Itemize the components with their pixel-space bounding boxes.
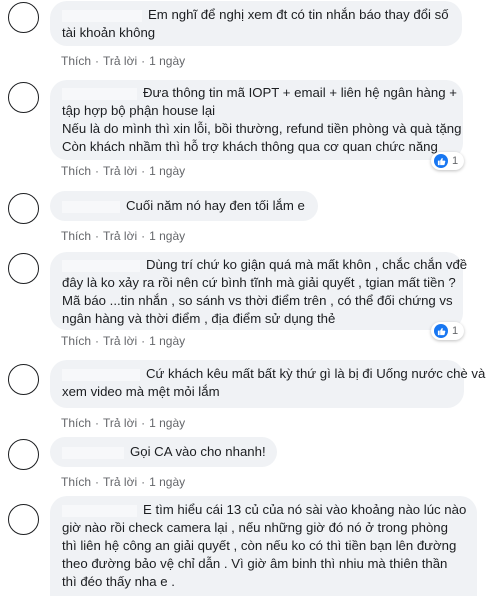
- redacted-author-name[interactable]: [62, 368, 140, 381]
- reply-button[interactable]: Trả lời: [103, 334, 137, 348]
- reaction-number: 1: [452, 325, 459, 337]
- timestamp[interactable]: 1 ngày: [149, 475, 185, 489]
- avatar[interactable]: [8, 364, 39, 395]
- reaction-count[interactable]: 1: [431, 152, 465, 170]
- comment-text-line: Cuối năm nó hay đen tối lắm e: [126, 198, 305, 213]
- comment-bubble: Đưa thông tin mã IOPT + email + liên hệ …: [50, 80, 463, 160]
- timestamp[interactable]: 1 ngày: [149, 54, 185, 68]
- comment-actions: Thích · Trả lời · 1 ngày: [61, 334, 185, 348]
- reply-button[interactable]: Trả lời: [103, 54, 137, 68]
- comment-actions: Thích · Trả lời · 1 ngày: [61, 229, 185, 243]
- avatar[interactable]: [8, 2, 39, 33]
- comment-text-line: ngân hàng và thời điểm , địa điểm sử dụn…: [62, 311, 336, 326]
- like-button[interactable]: Thích: [61, 164, 91, 178]
- like-button[interactable]: Thích: [61, 416, 91, 430]
- separator: ·: [141, 334, 146, 348]
- redacted-author-name[interactable]: [62, 504, 137, 517]
- timestamp[interactable]: 1 ngày: [149, 334, 185, 348]
- comment-bubble: Em nghĩ để nghị xem đt có tin nhắn báo t…: [50, 1, 462, 46]
- comment-bubble: E tìm hiểu cái 13 củ của nó sài vào khoả…: [50, 496, 477, 596]
- comment-text-line: xem video mà mệt mỏi lắm: [62, 384, 220, 399]
- separator: ·: [95, 229, 100, 243]
- reply-button[interactable]: Trả lời: [103, 475, 137, 489]
- comment-actions: Thích · Trả lời · 1 ngày: [61, 54, 185, 68]
- timestamp[interactable]: 1 ngày: [149, 164, 185, 178]
- redacted-author-name[interactable]: [62, 200, 120, 213]
- separator: ·: [141, 54, 146, 68]
- separator: ·: [141, 164, 146, 178]
- separator: ·: [95, 416, 100, 430]
- comment-text-line: thì đéo thấy nha e .: [62, 574, 175, 589]
- comment-bubble: Gọi CA vào cho nhanh!: [50, 437, 277, 467]
- reply-button[interactable]: Trả lời: [103, 416, 137, 430]
- redacted-author-name[interactable]: [62, 87, 137, 100]
- redacted-author-name[interactable]: [62, 446, 124, 459]
- comment-text-line: đây là ko xảy ra rồi nên cứ bình tĩnh mà…: [62, 275, 456, 290]
- separator: ·: [95, 334, 100, 348]
- comment-text-line: Em nghĩ để nghị xem đt có tin nhắn báo t…: [148, 7, 449, 22]
- avatar[interactable]: [8, 193, 39, 224]
- comment-text-line: giờ nào rồi check camera lại , nếu những…: [62, 520, 448, 535]
- reply-button[interactable]: Trả lời: [103, 229, 137, 243]
- like-button[interactable]: Thích: [61, 334, 91, 348]
- comment-text-line: tập hợp bộ phận house lại: [62, 103, 216, 118]
- like-button[interactable]: Thích: [61, 54, 91, 68]
- comment-text-line: thì liên hệ công an giải quyết , còn nếu…: [62, 538, 457, 553]
- avatar[interactable]: [8, 82, 39, 113]
- separator: ·: [95, 164, 100, 178]
- separator: ·: [141, 416, 146, 430]
- comment-text-line: tài khoản không: [62, 25, 156, 40]
- avatar[interactable]: [8, 439, 39, 470]
- comment-text-line: theo đường bảo vệ chỉ dẫn . Vì giờ âm bi…: [62, 556, 448, 571]
- like-button[interactable]: Thích: [61, 475, 91, 489]
- separator: ·: [141, 475, 146, 489]
- comment-bubble: Cuối năm nó hay đen tối lắm e: [50, 191, 318, 221]
- comment-text-line: Cứ khách kêu mất bất kỳ thứ gì là bị đi …: [146, 366, 486, 381]
- redacted-author-name[interactable]: [62, 9, 142, 22]
- comment-bubble: Dùng trí chứ ko giận quá mà mất khôn , c…: [50, 252, 467, 330]
- timestamp[interactable]: 1 ngày: [149, 229, 185, 243]
- separator: ·: [95, 54, 100, 68]
- comment-text-line: E tìm hiểu cái 13 củ của nó sài vào khoả…: [143, 502, 467, 517]
- timestamp[interactable]: 1 ngày: [149, 416, 185, 430]
- thumbs-up-icon: [434, 154, 448, 168]
- comment-actions: Thích · Trả lời · 1 ngày: [61, 164, 185, 178]
- comment-text-line: Mã báo ...tin nhắn , so sánh vs thời điể…: [62, 293, 453, 308]
- reaction-count[interactable]: 1: [431, 322, 465, 340]
- reaction-number: 1: [452, 155, 459, 167]
- separator: ·: [141, 229, 146, 243]
- comment-text-line: Dùng trí chứ ko giận quá mà mất khôn , c…: [146, 257, 468, 272]
- comment-bubble: Cứ khách kêu mất bất kỳ thứ gì là bị đi …: [50, 360, 485, 408]
- avatar[interactable]: [8, 253, 39, 284]
- reply-button[interactable]: Trả lời: [103, 164, 137, 178]
- comment-actions: Thích · Trả lời · 1 ngày: [61, 416, 185, 430]
- like-button[interactable]: Thích: [61, 229, 91, 243]
- redacted-author-name[interactable]: [62, 259, 140, 272]
- comment-text-line: Gọi CA vào cho nhanh!: [130, 444, 266, 459]
- avatar[interactable]: [8, 504, 39, 535]
- comment-text-line: Nếu là do mình thì xin lỗi, bồi thường, …: [62, 121, 462, 136]
- comment-actions: Thích · Trả lời · 1 ngày: [61, 475, 185, 489]
- thumbs-up-icon: [434, 324, 448, 338]
- comment-text-line: Còn khách nhầm thì hỗ trợ khách thông qu…: [62, 139, 438, 154]
- separator: ·: [95, 475, 100, 489]
- comment-text-line: Đưa thông tin mã IOPT + email + liên hệ …: [143, 85, 457, 100]
